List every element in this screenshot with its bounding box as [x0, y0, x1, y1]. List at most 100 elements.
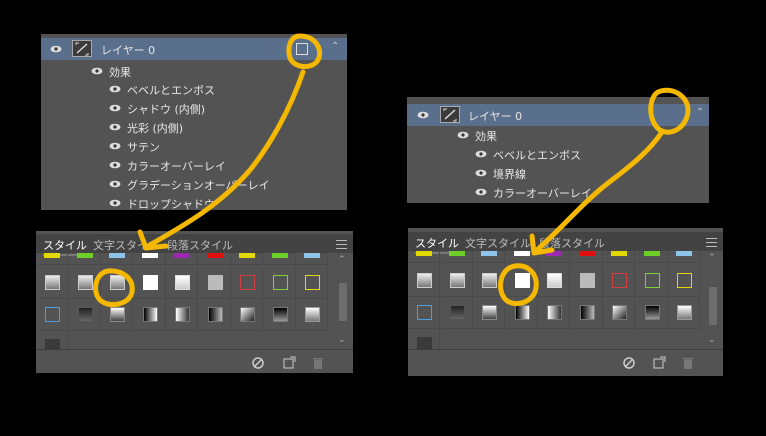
style-swatch[interactable]: [408, 297, 440, 329]
style-swatch[interactable]: [68, 267, 101, 299]
style-swatch[interactable]: [231, 267, 263, 299]
effect-row[interactable]: ベベルとエンボス: [41, 79, 347, 98]
eye-icon[interactable]: [50, 45, 62, 53]
style-swatch[interactable]: [570, 251, 603, 263]
style-swatch[interactable]: [570, 297, 603, 329]
panel-menu-icon[interactable]: [706, 238, 717, 247]
style-swatch[interactable]: [263, 299, 296, 331]
chevron-up-icon[interactable]: ⌃: [331, 41, 339, 52]
fx-badge-icon[interactable]: [296, 43, 308, 55]
style-swatch[interactable]: [36, 253, 68, 265]
layer-row-right[interactable]: レイヤー 0 ⌃: [407, 104, 709, 126]
style-swatch[interactable]: [408, 265, 440, 297]
eye-icon[interactable]: [91, 67, 103, 75]
style-swatch[interactable]: [635, 265, 668, 297]
style-swatch[interactable]: [473, 265, 505, 297]
new-style-icon[interactable]: [652, 356, 666, 370]
trash-icon[interactable]: [681, 356, 695, 370]
clear-style-icon[interactable]: [622, 356, 636, 370]
effect-row[interactable]: カラーオーバーレイ: [41, 155, 347, 174]
tab-paragraph-styles[interactable]: 段落スタイル: [167, 237, 233, 253]
style-swatch[interactable]: [263, 253, 296, 265]
style-swatch[interactable]: [440, 251, 473, 263]
effect-row[interactable]: カラーオーバーレイ: [407, 182, 709, 201]
eye-icon[interactable]: [109, 180, 121, 188]
style-swatch[interactable]: [133, 299, 166, 331]
eye-icon[interactable]: [457, 131, 469, 139]
clear-style-icon[interactable]: [251, 356, 265, 370]
style-swatch[interactable]: [635, 251, 668, 263]
style-swatch[interactable]: [68, 253, 101, 265]
style-swatch[interactable]: [538, 265, 570, 297]
style-swatch[interactable]: [296, 299, 328, 331]
effect-row[interactable]: 境界線: [407, 163, 709, 182]
style-swatch[interactable]: [505, 297, 538, 329]
style-swatch[interactable]: [133, 267, 166, 299]
eye-icon[interactable]: [109, 123, 121, 131]
style-swatch[interactable]: [505, 251, 538, 263]
style-swatch[interactable]: [603, 297, 635, 329]
panel-menu-icon[interactable]: [336, 240, 347, 249]
eye-icon[interactable]: [109, 104, 121, 112]
style-swatch[interactable]: [408, 329, 440, 349]
style-swatch[interactable]: [473, 251, 505, 263]
style-swatch[interactable]: [68, 299, 101, 331]
effect-row[interactable]: グラデーションオーバーレイ: [41, 174, 347, 193]
style-swatch[interactable]: [408, 251, 440, 263]
style-swatch[interactable]: [440, 297, 473, 329]
tab-styles[interactable]: スタイル: [43, 237, 87, 256]
layer-row-left[interactable]: レイヤー 0 ⌃: [41, 38, 347, 60]
style-swatch[interactable]: [440, 265, 473, 297]
eye-icon[interactable]: [109, 85, 121, 93]
scrollbar[interactable]: ⌃ ⌄: [337, 253, 349, 349]
eye-icon[interactable]: [109, 142, 121, 150]
effect-row[interactable]: サテン: [41, 136, 347, 155]
effect-row[interactable]: 光彩 (内側): [41, 117, 347, 136]
style-swatch[interactable]: [296, 253, 328, 265]
style-swatch[interactable]: [198, 253, 231, 265]
style-swatch[interactable]: [538, 251, 570, 263]
style-swatch[interactable]: [635, 297, 668, 329]
effect-row[interactable]: ドロップシャドウ: [41, 193, 347, 212]
style-swatch[interactable]: [101, 253, 133, 265]
style-swatch[interactable]: [570, 265, 603, 297]
chevron-up-icon[interactable]: ⌃: [696, 107, 704, 118]
tab-character-styles[interactable]: 文字スタイル: [93, 237, 159, 253]
style-swatch[interactable]: [505, 265, 538, 297]
style-swatch[interactable]: [603, 251, 635, 263]
eye-icon[interactable]: [475, 169, 487, 177]
style-swatch[interactable]: [668, 251, 700, 263]
style-swatch[interactable]: [133, 253, 166, 265]
style-swatch[interactable]: [473, 297, 505, 329]
style-swatch[interactable]: [603, 265, 635, 297]
scrollbar[interactable]: ⌃ ⌄: [707, 251, 719, 349]
effect-row[interactable]: ベベルとエンボス: [407, 144, 709, 163]
eye-icon[interactable]: [475, 150, 487, 158]
eye-icon[interactable]: [109, 161, 121, 169]
style-swatch[interactable]: [166, 267, 198, 299]
style-swatch[interactable]: [166, 253, 198, 265]
eye-icon[interactable]: [109, 199, 121, 207]
eye-icon[interactable]: [417, 111, 429, 119]
style-swatch[interactable]: [198, 267, 231, 299]
eye-icon[interactable]: [475, 188, 487, 196]
style-swatch[interactable]: [101, 267, 133, 299]
style-swatch[interactable]: [668, 297, 700, 329]
style-swatch[interactable]: [263, 267, 296, 299]
tab-styles[interactable]: スタイル: [415, 235, 459, 254]
style-swatch[interactable]: [538, 297, 570, 329]
style-swatch[interactable]: [668, 265, 700, 297]
effect-row[interactable]: シャドウ (内側): [41, 98, 347, 117]
new-style-icon[interactable]: [282, 356, 296, 370]
trash-icon[interactable]: [311, 356, 325, 370]
style-swatch[interactable]: [296, 267, 328, 299]
style-swatch[interactable]: [198, 299, 231, 331]
style-swatch[interactable]: [36, 267, 68, 299]
style-swatch[interactable]: [231, 253, 263, 265]
style-swatch[interactable]: [36, 331, 68, 349]
style-swatch[interactable]: [36, 299, 68, 331]
style-swatch[interactable]: [166, 299, 198, 331]
style-swatch[interactable]: [231, 299, 263, 331]
tab-character-styles[interactable]: 文字スタイル: [465, 235, 531, 251]
style-swatch[interactable]: [101, 299, 133, 331]
